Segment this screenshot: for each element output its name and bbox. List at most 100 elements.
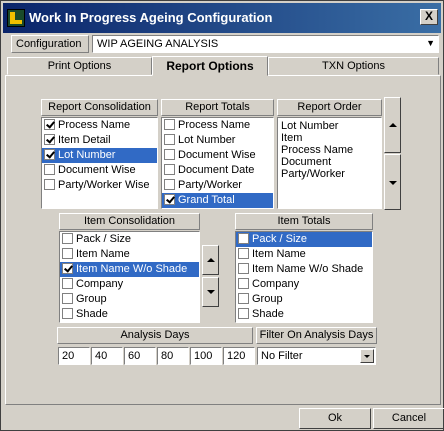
analysis-days-header: Analysis Days [57, 327, 253, 344]
checkbox[interactable] [164, 149, 175, 160]
report-consolidation-list[interactable]: Process Name Item Detail Lot Number Documen… [41, 117, 158, 209]
list-item[interactable]: Item Name W/o Shade [236, 262, 372, 277]
order-move-up-button[interactable] [384, 97, 401, 153]
list-item[interactable]: Item Detail [42, 133, 157, 148]
list-item-label: Party/Worker [178, 179, 242, 191]
order-item[interactable]: Document [278, 156, 381, 168]
list-item[interactable]: Item Name [60, 247, 199, 262]
list-item-label: Shade [76, 308, 108, 320]
list-item-label: Group [252, 293, 283, 305]
tab-report-options[interactable]: Report Options [152, 56, 268, 76]
item-move-up-button[interactable] [202, 245, 219, 275]
analysis-day-field[interactable]: 20 [58, 347, 90, 365]
order-item[interactable]: Party/Worker [278, 168, 381, 180]
analysis-day-field[interactable]: 60 [124, 347, 156, 365]
checkbox[interactable] [44, 164, 55, 175]
list-item-label: Document Date [178, 164, 255, 176]
analysis-day-field[interactable]: 40 [91, 347, 123, 365]
analysis-day-field[interactable]: 120 [223, 347, 255, 365]
list-item[interactable]: Pack / Size [60, 232, 199, 247]
list-item-label: Party/Worker Wise [58, 179, 150, 191]
list-item-label: Group [76, 293, 107, 305]
list-item-label: Item Detail [58, 134, 111, 146]
checkbox[interactable] [62, 308, 73, 319]
list-item[interactable]: Company [236, 277, 372, 292]
list-item[interactable]: Shade [60, 307, 199, 322]
list-item[interactable]: Grand Total [162, 193, 273, 208]
checkbox-checked[interactable] [44, 149, 55, 160]
checkbox[interactable] [238, 278, 249, 289]
configuration-value: WIP AGEING ANALYSIS [97, 38, 219, 50]
list-item-label: Item Name W/o Shade [252, 263, 364, 275]
checkbox-checked[interactable] [164, 194, 175, 205]
analysis-day-field[interactable]: 100 [190, 347, 222, 365]
list-item[interactable]: Shade [236, 307, 372, 322]
triangle-up-icon [207, 258, 215, 262]
list-item[interactable]: Item Name [236, 247, 372, 262]
list-item-label: Document Wise [58, 164, 136, 176]
checkbox-checked[interactable] [44, 119, 55, 130]
checkbox[interactable] [164, 119, 175, 130]
checkbox[interactable] [62, 293, 73, 304]
list-item-label: Pack / Size [252, 233, 308, 245]
list-item[interactable]: Document Wise [162, 148, 273, 163]
title-bar[interactable]: Work In Progress Ageing Configuration X [3, 3, 441, 33]
list-item[interactable]: Group [236, 292, 372, 307]
tab-txn-options[interactable]: TXN Options [268, 57, 439, 75]
report-order-header: Report Order [277, 99, 382, 116]
item-totals-list[interactable]: Pack / Size Item Name Item Name W/o Shade C… [235, 231, 373, 323]
checkbox[interactable] [238, 293, 249, 304]
checkbox[interactable] [62, 233, 73, 244]
chevron-down-icon[interactable] [360, 349, 374, 363]
list-item[interactable]: Process Name [162, 118, 273, 133]
order-item[interactable]: Process Name [278, 144, 381, 156]
item-consolidation-list[interactable]: Pack / Size Item Name Item Name W/o Shade C… [59, 231, 200, 323]
list-item[interactable]: Company [60, 277, 199, 292]
list-item[interactable]: Lot Number [42, 148, 157, 163]
checkbox[interactable] [62, 278, 73, 289]
report-order-list[interactable]: Lot Number Item Process Name Document Party/… [277, 117, 382, 209]
list-item[interactable]: Lot Number [162, 133, 273, 148]
checkbox[interactable] [238, 263, 249, 274]
analysis-day-field[interactable]: 80 [157, 347, 189, 365]
checkbox[interactable] [164, 179, 175, 190]
filter-select[interactable]: No Filter [257, 347, 376, 365]
order-item[interactable]: Item [278, 132, 381, 144]
list-item-label: Item Name W/o Shade [76, 263, 188, 275]
list-item-label: Document Wise [178, 149, 256, 161]
list-item[interactable]: Group [60, 292, 199, 307]
tab-print-options[interactable]: Print Options [7, 57, 152, 75]
item-move-down-button[interactable] [202, 277, 219, 307]
order-item[interactable]: Lot Number [278, 120, 381, 132]
checkbox[interactable] [44, 179, 55, 190]
list-item[interactable]: Document Date [162, 163, 273, 178]
list-item[interactable]: Document Wise [42, 163, 157, 178]
list-item-label: Lot Number [178, 134, 236, 146]
list-item-label: Shade [252, 308, 284, 320]
ok-button[interactable]: Ok [299, 408, 371, 429]
cancel-button[interactable]: Cancel [373, 408, 444, 429]
list-item[interactable]: Party/Worker Wise [42, 178, 157, 193]
list-item[interactable]: Pack / Size [236, 232, 372, 247]
order-move-down-button[interactable] [384, 154, 401, 210]
triangle-down-icon [207, 290, 215, 294]
checkbox[interactable] [238, 248, 249, 259]
checkbox[interactable] [238, 233, 249, 244]
list-item[interactable]: Item Name W/o Shade [60, 262, 199, 277]
chevron-down-icon[interactable]: ▼ [426, 38, 435, 48]
checkbox-checked[interactable] [62, 263, 73, 274]
list-item[interactable]: Process Name [42, 118, 157, 133]
configuration-label: Configuration [11, 35, 89, 53]
checkbox-checked[interactable] [44, 134, 55, 145]
report-totals-list[interactable]: Process Name Lot Number Document Wise Docum… [161, 117, 274, 209]
report-consolidation-header: Report Consolidation [41, 99, 158, 116]
checkbox[interactable] [62, 248, 73, 259]
triangle-up-icon [389, 123, 397, 127]
checkbox[interactable] [164, 164, 175, 175]
checkbox[interactable] [238, 308, 249, 319]
checkbox[interactable] [164, 134, 175, 145]
list-item[interactable]: Party/Worker [162, 178, 273, 193]
close-button[interactable]: X [420, 9, 438, 25]
configuration-field[interactable]: WIP AGEING ANALYSIS ▼ [92, 35, 439, 53]
list-item-label: Process Name [178, 119, 251, 131]
